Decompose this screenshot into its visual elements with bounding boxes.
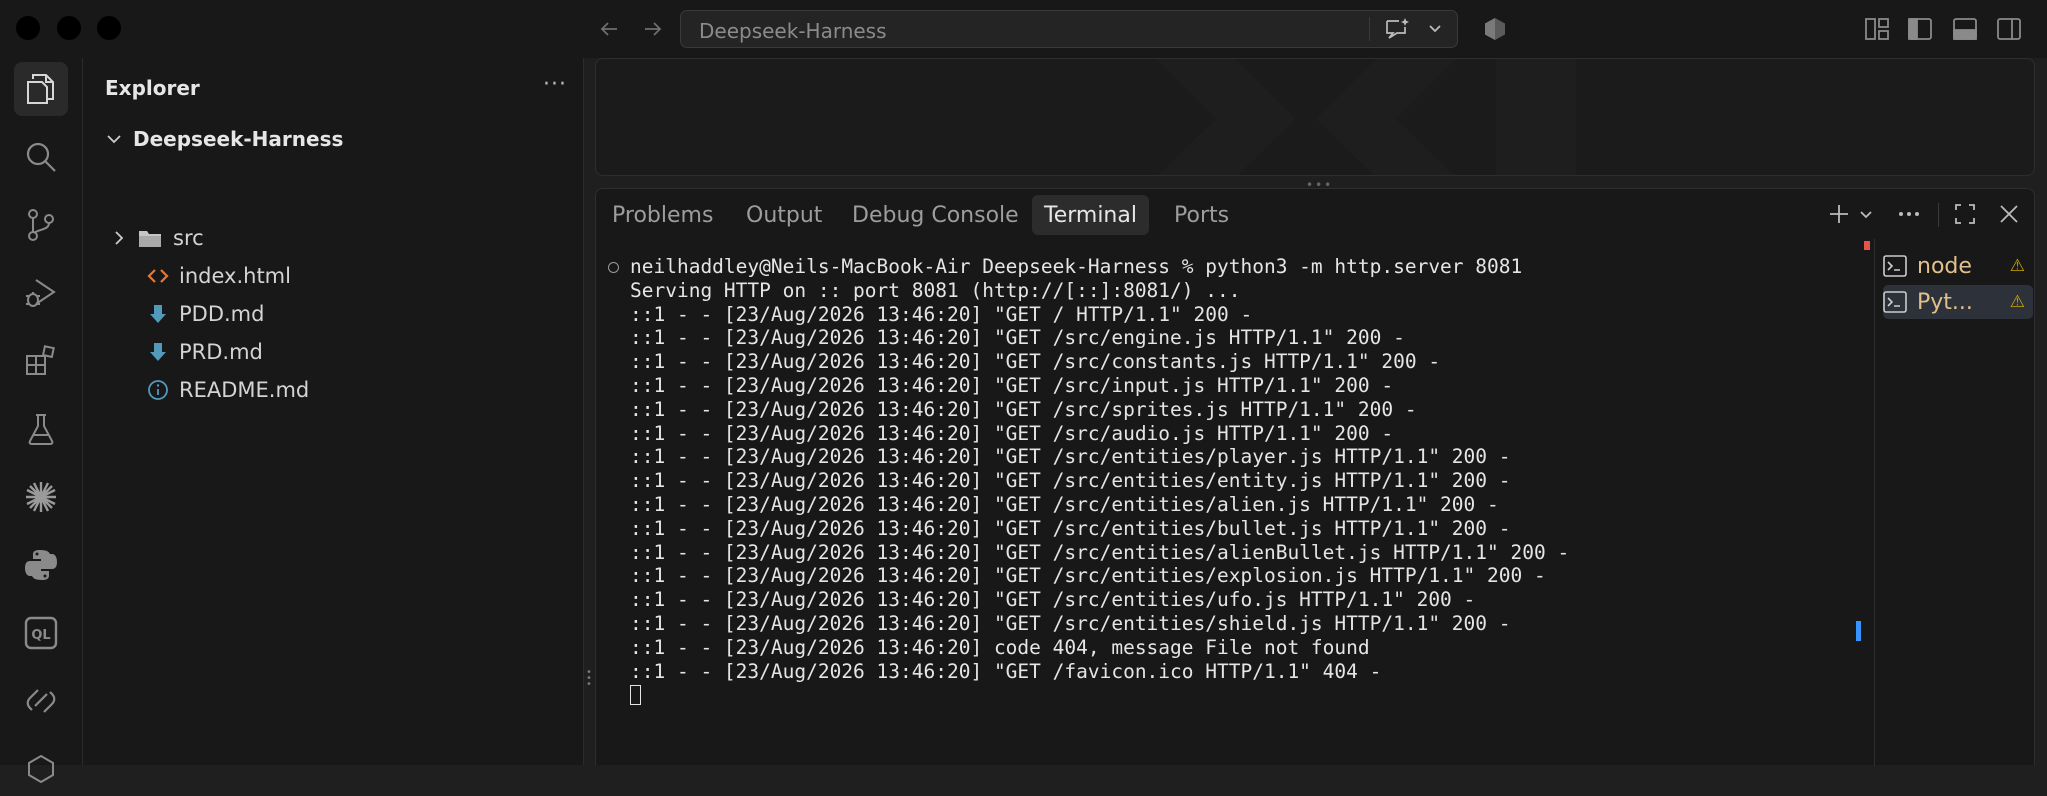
accounts-icon[interactable] [14, 742, 68, 796]
activity-bar: QL [0, 58, 82, 784]
terminal-session-python[interactable]: Pyt... ⚠ [1883, 285, 2033, 319]
terminal-line: Serving HTTP on :: port 8081 (http://[::… [630, 278, 1241, 302]
session-label: Pyt... [1917, 289, 1973, 315]
terminal-line: ::1 - - [23/Aug/2026 13:46:20] "GET /src… [630, 588, 1476, 612]
session-label: node [1917, 253, 1972, 279]
terminal-line: ::1 - - [23/Aug/2026 13:46:20] "GET /src… [630, 350, 1441, 374]
divider [1369, 17, 1370, 41]
tab-debug-console[interactable]: Debug Console [840, 195, 1031, 235]
chat-sparkle-icon[interactable] [1383, 16, 1411, 46]
tab-problems[interactable]: Problems [600, 195, 725, 235]
terminal-icon [1883, 255, 1907, 277]
explorer-icon[interactable] [14, 62, 68, 116]
panel-more-actions-icon[interactable] [1894, 199, 1924, 229]
terminal-line: ::1 - - [23/Aug/2026 13:46:20] "GET /src… [630, 397, 1417, 421]
tree-item-label: src [173, 226, 204, 250]
html-file-icon [147, 269, 169, 283]
testing-flask-icon[interactable] [14, 402, 68, 456]
terminal-line: neilhaddley@Neils-MacBook-Air Deepseek-H… [630, 255, 1523, 278]
terminal-line: ::1 - - [23/Aug/2026 13:46:20] "GET /src… [630, 421, 1394, 445]
divider [1938, 203, 1939, 227]
terminal-line: ::1 - - [23/Aug/2026 13:46:20] "GET /src… [630, 326, 1405, 350]
terminal-icon [1883, 291, 1907, 313]
terminal-line: ::1 - - [23/Aug/2026 13:46:20] "GET /src… [630, 516, 1511, 540]
close-panel-icon[interactable] [1994, 199, 2024, 229]
chevron-down-icon [107, 135, 121, 144]
tree-item-label: README.md [179, 378, 310, 402]
terminal-line: ::1 - - [23/Aug/2026 13:46:20] "GET /fav… [630, 659, 1382, 683]
tree-item-readme-md[interactable]: README.md [147, 373, 309, 407]
tree-item-label: PRD.md [179, 340, 263, 364]
terminal-line: ::1 - - [23/Aug/2026 13:46:20] "GET /src… [630, 373, 1394, 397]
zoom-window-button[interactable] [97, 16, 121, 40]
new-terminal-plus-icon[interactable] [1824, 199, 1854, 229]
maximize-panel-icon[interactable] [1950, 199, 1980, 229]
workspace-name: Deepseek-Harness [133, 127, 344, 151]
customize-layout-icon[interactable] [1862, 14, 1892, 44]
copilot-hex-icon[interactable] [1480, 14, 1510, 44]
tree-item-src[interactable]: src [111, 221, 204, 255]
markdown-download-icon [150, 343, 166, 361]
source-control-icon[interactable] [14, 198, 68, 252]
title-bar: Deepseek-Harness [0, 0, 2047, 58]
tree-item-index-html[interactable]: index.html [147, 259, 291, 293]
terminal-line: ::1 - - [23/Aug/2026 13:46:20] "GET /src… [630, 611, 1511, 635]
terminal-dropdown-chevron-icon[interactable] [1856, 199, 1876, 229]
warning-icon: ⚠ [2009, 292, 2025, 312]
terminal-scrollbar[interactable] [1852, 239, 1858, 659]
explorer-title: Explorer [105, 76, 200, 100]
chevron-down-icon[interactable] [1426, 19, 1444, 41]
terminal-line: ::1 - - [23/Aug/2026 13:46:20] "GET / HT… [630, 302, 1253, 326]
sidebar-resize-handle[interactable]: • • • [586, 668, 592, 694]
tab-terminal[interactable]: Terminal [1032, 195, 1149, 235]
terminal-line: ::1 - - [23/Aug/2026 13:46:20] "GET /src… [630, 445, 1511, 469]
terminal-session-list: node ⚠ Pyt... ⚠ [1874, 239, 2037, 766]
info-icon [148, 380, 168, 400]
scrollbar-position-marker[interactable] [1856, 621, 1861, 641]
forward-arrow-icon[interactable] [638, 14, 668, 44]
tab-output[interactable]: Output [734, 195, 834, 235]
terminal-line: ::1 - - [23/Aug/2026 13:46:20] "GET /src… [630, 469, 1511, 493]
terminal-line: ::1 - - [23/Aug/2026 13:46:20] "GET /src… [630, 564, 1546, 588]
run-debug-icon[interactable] [14, 266, 68, 320]
remote-link-icon[interactable] [14, 674, 68, 728]
vscode-watermark-icon [1156, 59, 1576, 175]
close-window-button[interactable] [16, 16, 40, 40]
extensions-icon[interactable] [14, 334, 68, 388]
search-icon[interactable] [14, 130, 68, 184]
terminal-line: ::1 - - [23/Aug/2026 13:46:20] code 404,… [630, 635, 1370, 659]
explorer-sidebar: Explorer ··· Deepseek-Harness src index.… [82, 58, 592, 765]
more-actions-icon[interactable]: ··· [543, 72, 567, 97]
terminal-line: ::1 - - [23/Aug/2026 13:46:20] "GET /src… [630, 540, 1570, 564]
codeql-icon[interactable]: QL [14, 606, 68, 660]
minimize-window-button[interactable] [57, 16, 81, 40]
workspace-root[interactable]: Deepseek-Harness [105, 124, 343, 154]
toggle-secondary-sidebar-icon[interactable] [1994, 14, 2024, 44]
back-arrow-icon[interactable] [594, 14, 624, 44]
markdown-download-icon [150, 305, 166, 323]
scrollbar-error-marker [1864, 241, 1870, 250]
python-icon[interactable] [14, 538, 68, 592]
tree-item-pdd-md[interactable]: PDD.md [147, 297, 264, 331]
tab-ports[interactable]: Ports [1162, 195, 1241, 235]
terminal-output[interactable]: neilhaddley@Neils-MacBook-Air Deepseek-H… [630, 255, 1880, 706]
terminal-cursor [630, 685, 641, 706]
chevron-right-icon [115, 231, 124, 245]
terminal-line: ::1 - - [23/Aug/2026 13:46:20] "GET /src… [630, 492, 1499, 516]
command-center-text: Deepseek-Harness [699, 19, 887, 43]
ai-sparkle-icon[interactable] [14, 470, 68, 524]
editor-area[interactable] [595, 58, 2035, 176]
tree-item-prd-md[interactable]: PRD.md [147, 335, 263, 369]
tree-item-label: index.html [179, 264, 291, 288]
svg-text:QL: QL [31, 628, 50, 643]
command-decoration-icon[interactable] [608, 262, 619, 273]
bottom-panel: Problems Output Debug Console Terminal P… [595, 188, 2037, 766]
toggle-panel-icon[interactable] [1950, 14, 1980, 44]
folder-icon [139, 231, 161, 247]
tree-item-label: PDD.md [179, 302, 265, 326]
terminal-session-node[interactable]: node ⚠ [1883, 249, 2033, 283]
command-center-search[interactable]: Deepseek-Harness [680, 10, 1458, 48]
toggle-primary-sidebar-icon[interactable] [1905, 14, 1935, 44]
warning-icon: ⚠ [2009, 256, 2025, 276]
